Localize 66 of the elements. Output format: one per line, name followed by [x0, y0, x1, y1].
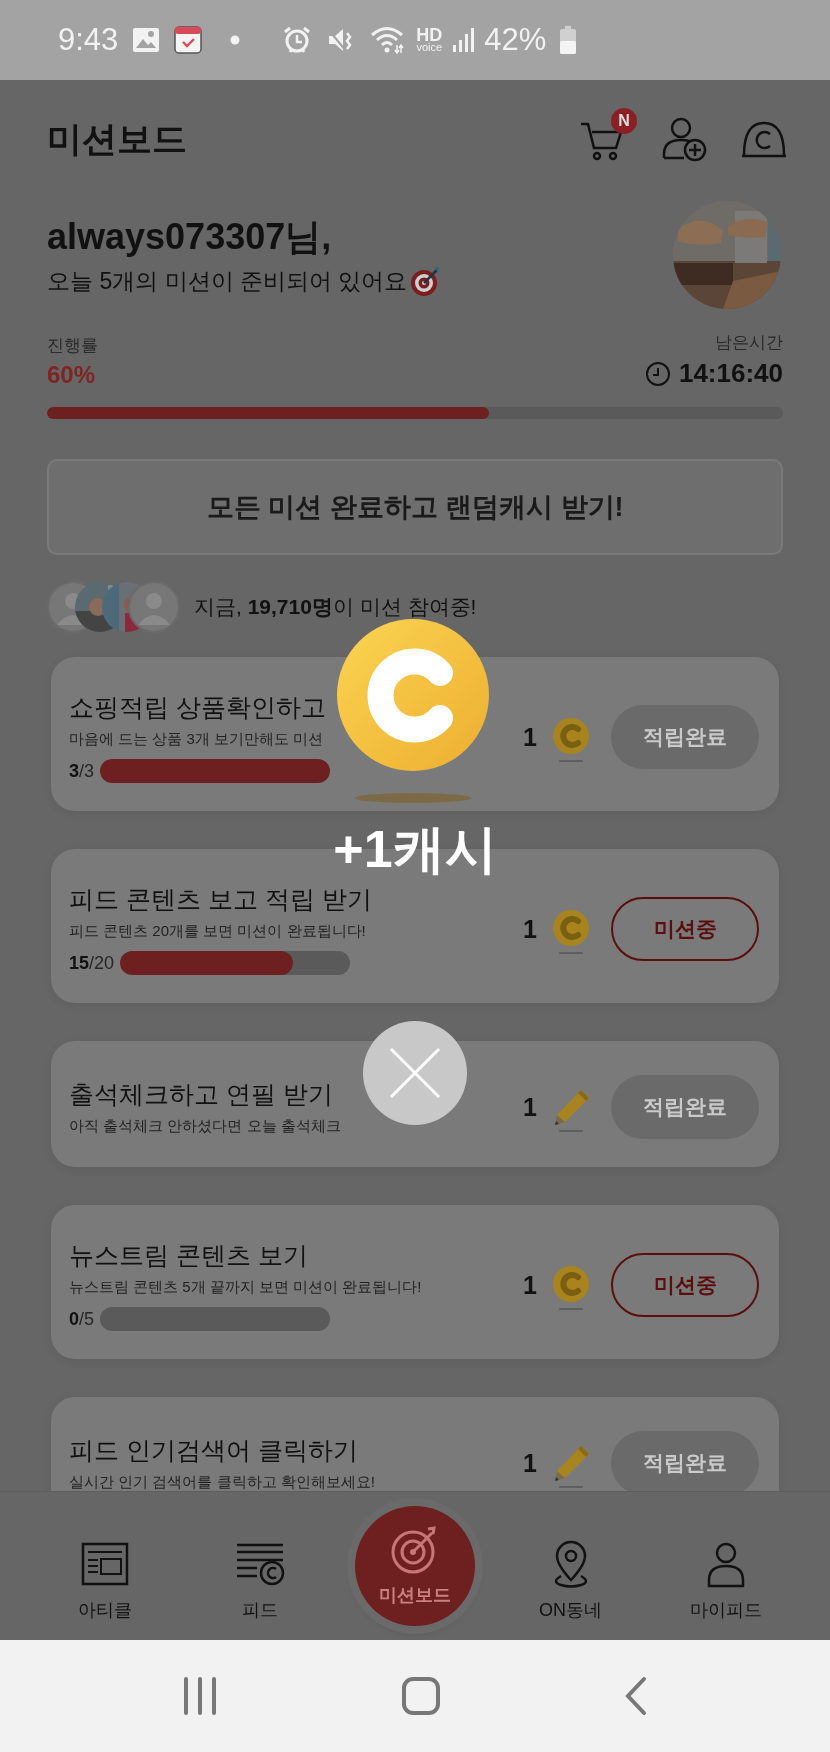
reward-amount: 1 [523, 1448, 537, 1478]
nav-tab[interactable]: ON동네 [493, 1540, 648, 1622]
mission-title: 피드 인기검색어 클릭하기 [69, 1435, 359, 1466]
coin-icon [741, 119, 787, 159]
mission-status-button[interactable]: 미션중 [611, 897, 759, 961]
reward-amount: 1 [523, 722, 537, 752]
reward-amount: 1 [523, 1092, 537, 1122]
home-icon [401, 1676, 441, 1716]
mission-message: 오늘 5개의 미션이 준비되어 있어요 [47, 267, 408, 296]
mission-status-button[interactable]: 적립완료 [611, 1431, 759, 1491]
back-button[interactable] [624, 1676, 649, 1716]
mission-description: 피드 콘텐츠 20개를 보면 미션이 완료됩니다! [69, 922, 367, 941]
mission-status-button[interactable]: 미션중 [611, 1253, 759, 1317]
image-icon [132, 27, 161, 53]
mission-title: 출석체크하고 연필 받기 [69, 1079, 334, 1110]
reward-amount: 1 [523, 1270, 537, 1300]
reward-message: +1캐시 [332, 819, 498, 880]
back-icon [624, 1676, 649, 1716]
clock-time: 9:43 [58, 22, 119, 58]
reward-amount: 1 [523, 914, 537, 944]
notification-dot-icon [230, 35, 241, 45]
nav-tab[interactable]: 아티클 [27, 1540, 182, 1622]
mission-description: 마음에 드는 상품 3개 보기만해도 미션 [69, 730, 325, 749]
new-badge: N [611, 108, 637, 134]
close-icon [388, 1046, 442, 1100]
progress-percent: 60% [47, 361, 97, 389]
battery-icon [560, 26, 577, 54]
alarm-icon [282, 25, 313, 55]
page-title: 미션보드 [47, 117, 187, 160]
mission-description: 아직 출석체크 안하셨다면 오늘 출석체크 [69, 1117, 342, 1136]
person-add-icon [661, 116, 707, 162]
calendar-icon [174, 26, 203, 54]
cash-button[interactable] [741, 119, 787, 159]
voice-label: voice [416, 43, 443, 54]
signal-icon [452, 27, 475, 53]
random-cash-button[interactable]: 모든 미션 완료하고 랜덤캐시 받기! [47, 459, 783, 555]
coin-icon [551, 1265, 591, 1311]
mission-count: 15/20 [69, 952, 115, 974]
mission-count: 3/3 [69, 760, 95, 782]
mission-title: 쇼핑적립 상품확인하고 [69, 692, 327, 723]
coin-icon [551, 717, 591, 763]
mission-status-button[interactable]: 적립완료 [611, 705, 759, 769]
mission-title: 피드 콘텐츠 보고 적립 받기 [69, 884, 373, 915]
remaining-time: 14:16:40 [678, 358, 783, 389]
recent-apps-button[interactable] [181, 1677, 218, 1715]
progress-label: 진행률 [47, 335, 98, 357]
avatar-icon [128, 581, 180, 633]
clock-icon [644, 360, 671, 387]
user-greeting: always073307님, [47, 214, 333, 259]
nav-tab[interactable]: 피드 [182, 1540, 337, 1622]
add-friend-button[interactable] [661, 116, 707, 162]
recent-apps-icon [181, 1677, 218, 1715]
battery-percent: 42% [484, 22, 547, 58]
target-icon [409, 265, 442, 298]
coin-icon [551, 909, 591, 955]
mission-description: 뉴스트림 콘텐츠 5개 끝까지 보면 미션이 완료됩니다! [69, 1278, 423, 1297]
remaining-time-label: 남은시간 [715, 332, 783, 354]
mission-description: 실시간 인기 검색어를 클릭하고 확인해보세요! [69, 1473, 376, 1491]
hd-label: HD [416, 26, 443, 44]
mission-status-button[interactable]: 적립완료 [611, 1075, 759, 1139]
participants-text: 지금, 19,710명이 미션 참여중! [194, 594, 477, 620]
mission-title: 뉴스트림 콘텐츠 보기 [69, 1240, 309, 1271]
home-button[interactable] [401, 1676, 441, 1716]
wifi-icon [370, 25, 407, 55]
nav-tab[interactable]: 마이피드 [648, 1540, 803, 1622]
mission-count: 0/5 [69, 1308, 95, 1330]
